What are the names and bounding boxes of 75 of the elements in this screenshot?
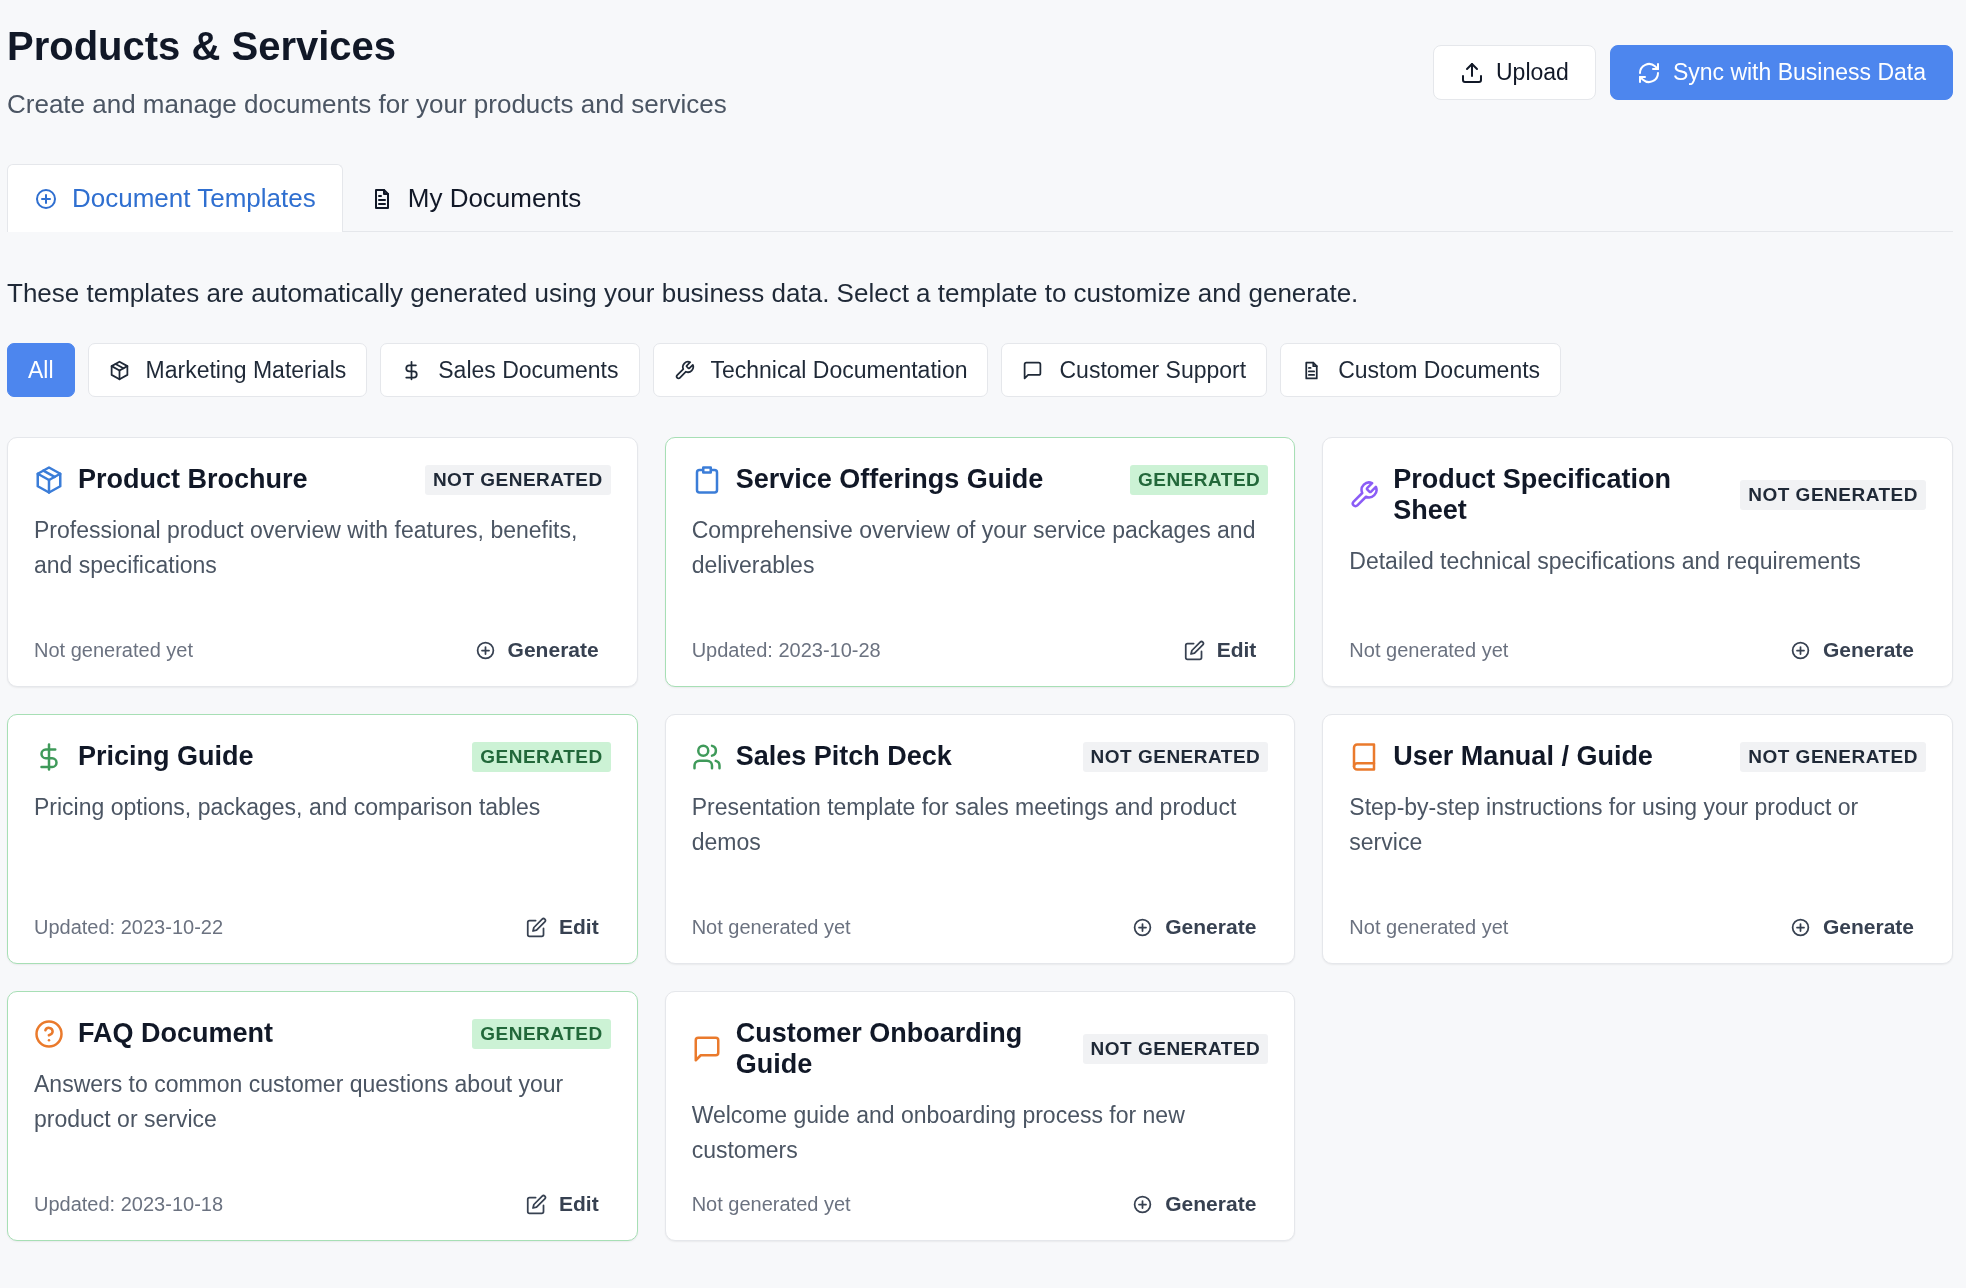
edit-icon (526, 1193, 547, 1215)
status-badge: NOT GENERATED (1740, 741, 1926, 772)
plus-circle-icon (34, 186, 58, 211)
sync-icon (1636, 60, 1661, 85)
page-title: Products & Services (7, 24, 398, 69)
template-card[interactable]: User Manual / Guide NOT GENERATED Step-by-step instructions for using your product or service Not generated yet Generate (1322, 714, 1953, 964)
plus-circle-icon (1132, 916, 1154, 938)
card-title: Pricing Guide (78, 741, 255, 772)
filter-chip[interactable]: Technical Documentation (652, 343, 989, 397)
box-icon (108, 359, 130, 381)
edit-button[interactable]: Edit (514, 911, 611, 943)
page-subtitle: Create and manage documents for your products and services (7, 89, 727, 120)
card-title: Product Brochure (78, 464, 309, 495)
update-status: Not generated yet (691, 915, 851, 939)
card-description: Presentation template for sales meetings and product demos (691, 793, 1238, 857)
generate-button[interactable]: Generate (462, 634, 611, 666)
card-title: FAQ Document (78, 1018, 274, 1049)
status-badge: NOT GENERATED (424, 464, 611, 495)
template-card[interactable]: Pricing Guide GENERATED Pricing options, packages, and comparison tables Updated: 2023-10-22 Edit (7, 714, 638, 964)
update-status: Not generated yet (34, 638, 193, 662)
edit-button[interactable]: Edit (514, 1188, 611, 1220)
template-card[interactable]: Service Offerings Guide GENERATED Comprehensive overview of your service packages and deliverables Updated: 2023-10-28 Edit (664, 437, 1296, 687)
filter-chip[interactable]: Custom Documents (1280, 343, 1562, 397)
generate-button[interactable]: Generate (1120, 911, 1269, 943)
card-title: Product Specification Sheet (1393, 464, 1672, 526)
plus-circle-icon (1789, 639, 1811, 661)
tab[interactable]: Document Templates (7, 164, 343, 232)
upload-icon (1460, 60, 1484, 85)
intro-text: These templates are automatically generated using your business data. Select a template to customize and generate. (7, 278, 1360, 309)
plus-circle-icon (474, 639, 496, 661)
plus-circle-icon (1789, 916, 1811, 938)
card-title: Customer Onboarding Guide (735, 1018, 1024, 1080)
wrench-icon (673, 359, 695, 381)
update-status: Updated: 2023-10-22 (34, 915, 224, 939)
template-card[interactable]: Product Brochure NOT GENERATED Professional product overview with features, benefits, and specifications Not generated yet Generate (7, 437, 638, 687)
status-badge: GENERATED (472, 1018, 611, 1049)
edit-icon (526, 916, 547, 938)
plus-circle-icon (1132, 1193, 1154, 1215)
generate-button[interactable]: Generate (1120, 1188, 1269, 1220)
status-badge: NOT GENERATED (1082, 1034, 1269, 1064)
sync-button[interactable]: Sync with Business Data (1609, 45, 1953, 100)
generate-button[interactable]: Generate (1777, 911, 1926, 943)
generate-button[interactable]: Generate (1777, 634, 1926, 666)
update-status: Updated: 2023-10-28 (691, 638, 881, 662)
card-description: Comprehensive overview of your service packages and deliverables (691, 516, 1257, 580)
edit-icon (1183, 639, 1205, 661)
update-status: Not generated yet (1349, 638, 1509, 662)
card-description: Welcome guide and onboarding process for new customers (691, 1101, 1186, 1165)
template-card[interactable]: FAQ Document GENERATED Answers to common customer questions about your product or service Updated: 2023-10-18 Edit (7, 991, 638, 1241)
edit-button[interactable]: Edit (1171, 634, 1269, 666)
card-description: Answers to common customer questions about your product or service (34, 1070, 565, 1134)
status-badge: NOT GENERATED (1740, 480, 1926, 510)
card-description: Professional product overview with features, benefits, and specifications (34, 516, 579, 580)
upload-button[interactable]: Upload (1433, 45, 1596, 100)
filter-chip[interactable]: Customer Support (1001, 343, 1268, 397)
template-card[interactable]: Product Specification Sheet NOT GENERATED Detailed technical specifications and requirements Not generated yet Generate (1322, 437, 1953, 687)
card-description: Step-by-step instructions for using your product or service (1349, 793, 1860, 857)
speech-bubble-icon (1022, 359, 1044, 381)
tab[interactable]: My Documents (342, 164, 609, 232)
template-card[interactable]: Customer Onboarding Guide NOT GENERATED Welcome guide and onboarding process for new customers Not generated yet Generate (664, 991, 1296, 1241)
card-description: Pricing options, packages, and comparison tables (34, 793, 542, 822)
update-status: Updated: 2023-10-18 (34, 1192, 224, 1216)
template-card[interactable]: Sales Pitch Deck NOT GENERATED Presentation template for sales meetings and product demos Not generated yet Generate (664, 714, 1296, 964)
update-status: Not generated yet (691, 1192, 851, 1216)
card-title: User Manual / Guide (1393, 741, 1654, 772)
card-title: Sales Pitch Deck (735, 741, 953, 772)
filter-chip[interactable]: Marketing Materials (87, 343, 368, 397)
filter-chip[interactable]: All (7, 343, 75, 397)
card-description: Detailed technical specifications and requirements (1349, 547, 1862, 576)
card-title: Service Offerings Guide (735, 464, 1045, 495)
status-badge: GENERATED (472, 741, 611, 772)
status-badge: GENERATED (1129, 464, 1269, 495)
filter-chip[interactable]: Sales Documents (380, 343, 640, 397)
update-status: Not generated yet (1349, 915, 1509, 939)
status-badge: NOT GENERATED (1082, 741, 1269, 772)
